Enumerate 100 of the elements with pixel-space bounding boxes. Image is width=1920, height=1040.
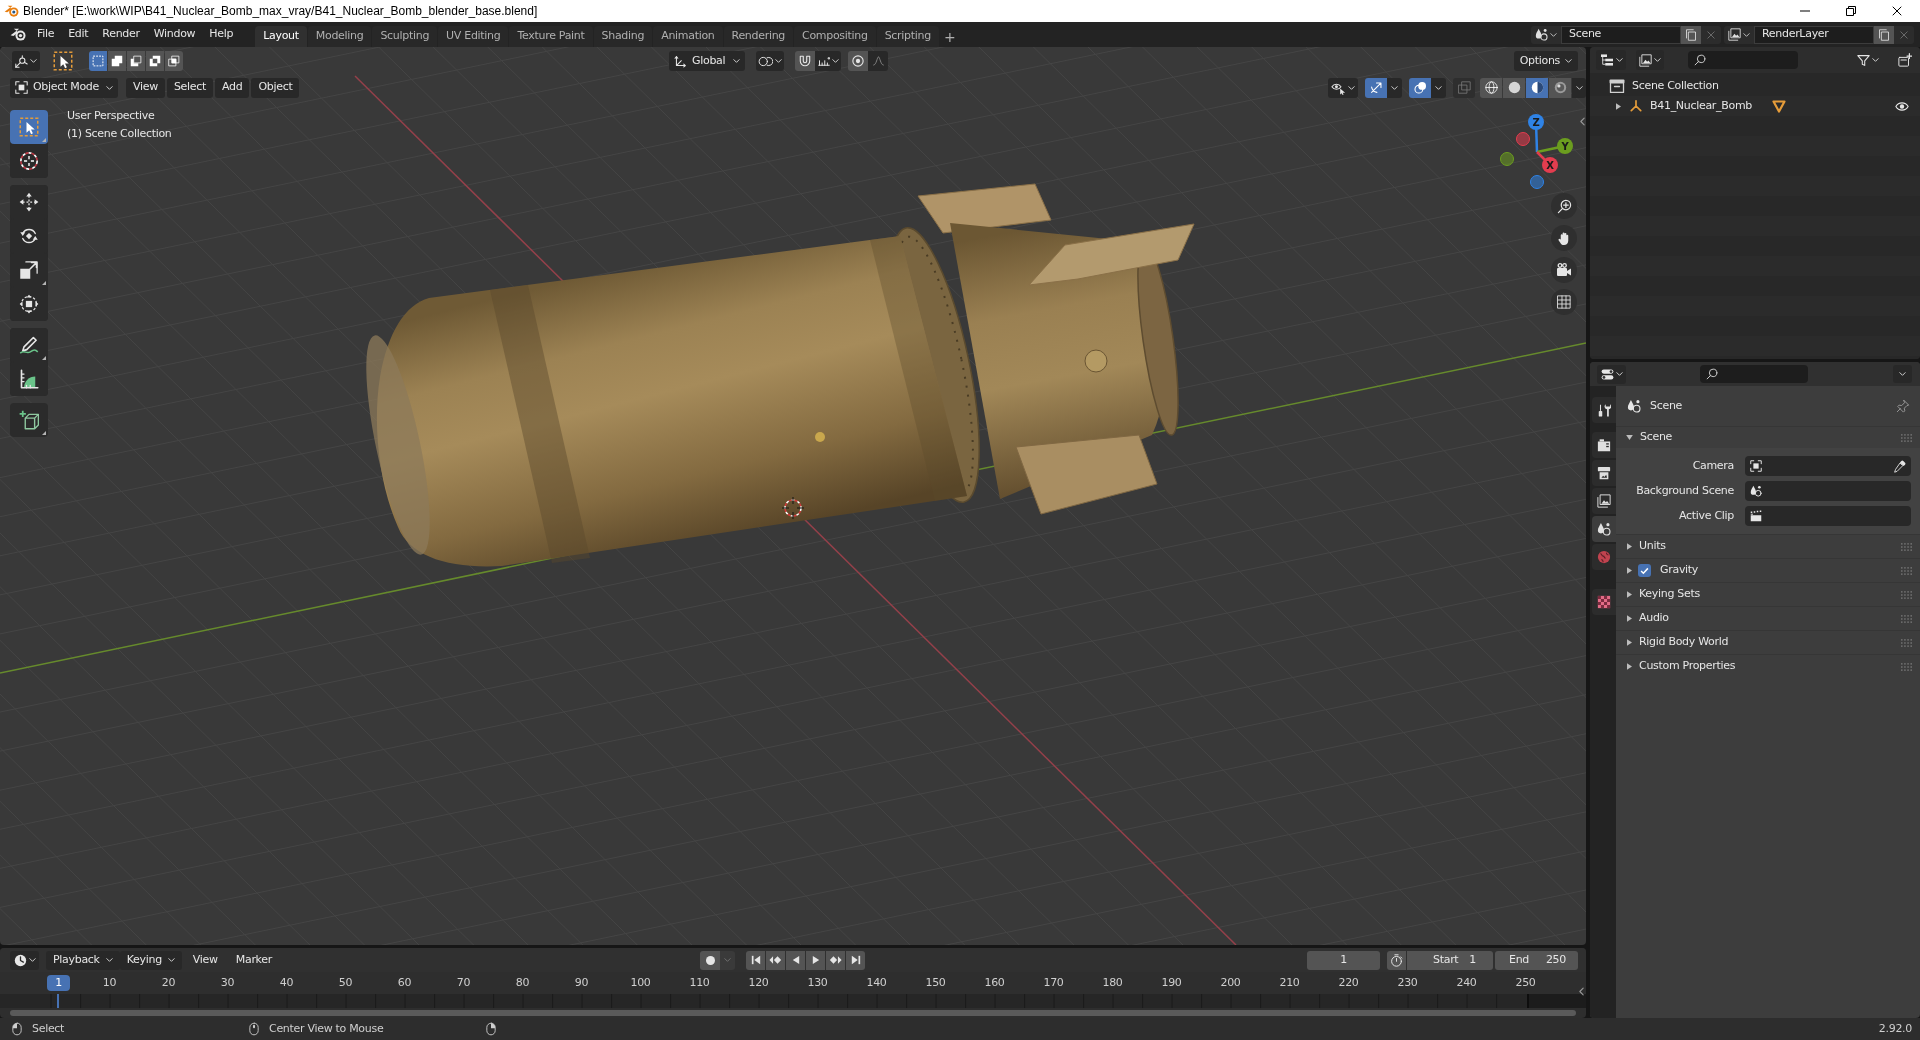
new-collection-button[interactable] xyxy=(1895,50,1915,70)
snap-dropdown[interactable] xyxy=(815,51,841,71)
expand-triangle-icon[interactable] xyxy=(1627,567,1632,574)
menu-dropdown[interactable]: Keying xyxy=(119,950,182,970)
drag-dots-icon[interactable] xyxy=(1901,566,1912,575)
camera-view-button[interactable] xyxy=(1551,257,1577,283)
editor-type-button[interactable] xyxy=(1597,364,1626,384)
object-label[interactable]: B41_Nuclear_Bomb xyxy=(1650,97,1770,115)
properties-tab[interactable] xyxy=(1592,516,1616,542)
object-field[interactable] xyxy=(1745,506,1911,526)
workspace-tab[interactable]: Animation xyxy=(653,26,723,47)
projection-button[interactable] xyxy=(1551,289,1577,315)
browse-button[interactable] xyxy=(1531,25,1561,44)
panel-header[interactable]: Units xyxy=(1616,534,1920,558)
menu-item[interactable]: Select xyxy=(166,77,214,98)
select-mode-button[interactable] xyxy=(146,51,164,71)
expand-triangle-icon[interactable] xyxy=(1627,663,1632,670)
menu-item[interactable]: Marker xyxy=(228,950,279,970)
axis-handle[interactable]: X xyxy=(1542,157,1558,173)
menu-item[interactable]: View xyxy=(126,77,165,98)
properties-tab[interactable] xyxy=(1592,460,1616,486)
drag-dots-icon[interactable] xyxy=(1901,590,1912,599)
menu-item[interactable]: File xyxy=(30,24,62,45)
toggle-button[interactable] xyxy=(1365,77,1387,98)
shading-button[interactable] xyxy=(1503,77,1525,98)
record-button[interactable] xyxy=(700,950,720,970)
workspace-tab[interactable]: Compositing xyxy=(794,26,876,47)
select-mode-button[interactable] xyxy=(127,51,145,71)
zoom-button[interactable] xyxy=(1551,193,1577,219)
collapse-triangle-icon[interactable] xyxy=(1626,435,1633,440)
tool-button[interactable] xyxy=(10,403,48,437)
chevron-left-icon[interactable] xyxy=(1579,987,1584,996)
menu-dropdown[interactable]: Playback xyxy=(46,950,120,970)
mode-dropdown[interactable]: Object Mode xyxy=(10,77,118,98)
browse-button[interactable] xyxy=(1724,25,1754,44)
triangle-icon[interactable] xyxy=(1772,99,1786,113)
jump-end-button[interactable] xyxy=(846,950,865,970)
shading-button[interactable] xyxy=(1480,77,1502,98)
axis-handle[interactable]: Y xyxy=(1557,138,1573,154)
tool-button[interactable] xyxy=(10,110,48,144)
eye-icon[interactable] xyxy=(1895,100,1909,112)
pivot-dropdown[interactable] xyxy=(756,51,784,71)
properties-tab[interactable] xyxy=(1592,432,1616,458)
drag-dots-icon[interactable] xyxy=(1901,542,1912,551)
view-layer-button[interactable] xyxy=(1636,50,1664,70)
expand-triangle-icon[interactable] xyxy=(1627,639,1632,646)
search-field[interactable] xyxy=(1688,51,1798,69)
current-frame-field[interactable]: 1 xyxy=(1307,950,1380,970)
pin-button[interactable] xyxy=(1895,398,1911,414)
start-frame-field[interactable]: Start 1 xyxy=(1407,950,1493,970)
menu-item[interactable]: Window xyxy=(146,24,203,45)
properties-tab[interactable] xyxy=(1592,589,1616,615)
menu-item[interactable]: Help xyxy=(202,24,241,45)
preview-range-toggle[interactable] xyxy=(1387,950,1406,970)
display-mode-button[interactable] xyxy=(1596,50,1626,70)
proportional-toggle[interactable] xyxy=(848,51,868,71)
view-layer-field[interactable]: RenderLayer xyxy=(1754,25,1874,44)
toggle-button[interactable] xyxy=(1453,77,1475,98)
workspace-tab[interactable]: Texture Paint xyxy=(509,26,593,47)
jump-start-button[interactable] xyxy=(746,950,765,970)
navigation-gizmo[interactable]: Z Y X xyxy=(1494,108,1578,192)
workspace-tab[interactable]: Layout xyxy=(255,26,307,47)
shading-dropdown[interactable] xyxy=(1572,77,1586,98)
expand-triangle-icon[interactable] xyxy=(1627,543,1632,550)
panel-header[interactable]: Gravity xyxy=(1616,558,1920,582)
workspace-tab[interactable]: Rendering xyxy=(723,26,794,47)
chevron-left-icon[interactable] xyxy=(1580,117,1585,126)
shading-button[interactable] xyxy=(1526,77,1548,98)
checkbox[interactable] xyxy=(1638,564,1651,577)
select-mode-button[interactable] xyxy=(165,51,183,71)
tool-button[interactable] xyxy=(10,328,48,362)
axis-handle[interactable] xyxy=(1530,175,1544,189)
drag-dots-icon[interactable] xyxy=(1901,433,1912,442)
timeline-scrollbar[interactable] xyxy=(10,1010,1576,1016)
panel-header[interactable]: Audio xyxy=(1616,606,1920,630)
falloff-dropdown[interactable] xyxy=(868,51,888,71)
panel-header[interactable]: Keying Sets xyxy=(1616,582,1920,606)
select-mode-button[interactable] xyxy=(108,51,126,71)
editor-type-button[interactable] xyxy=(12,51,40,71)
object-field[interactable] xyxy=(1745,481,1911,501)
axis-handle[interactable] xyxy=(1516,132,1530,146)
object-field[interactable] xyxy=(1745,456,1911,476)
panel-header[interactable]: Rigid Body World xyxy=(1616,630,1920,654)
play-button[interactable] xyxy=(806,950,825,970)
menu-item[interactable]: Object xyxy=(251,77,300,98)
copy-button[interactable] xyxy=(1874,25,1894,44)
snap-toggle[interactable] xyxy=(795,51,815,71)
workspace-tab[interactable]: Shading xyxy=(593,26,653,47)
drag-dots-icon[interactable] xyxy=(1901,638,1912,647)
expand-triangle-icon[interactable] xyxy=(1616,102,1621,110)
3d-viewport[interactable]: Global Options Object Mode View Select Add Object User Perspective (1) Scene Collection Z Y X xyxy=(0,47,1586,945)
end-frame-field[interactable]: End 250 xyxy=(1495,950,1578,970)
properties-tab[interactable] xyxy=(1592,488,1616,514)
workspace-tab[interactable]: Sculpting xyxy=(372,26,438,47)
eyedropper-icon[interactable] xyxy=(1893,459,1906,473)
options-dropdown[interactable]: Options xyxy=(1513,51,1578,71)
next-keyframe-button[interactable] xyxy=(826,950,845,970)
active-tool-button[interactable] xyxy=(52,50,74,72)
menu-item[interactable]: Edit xyxy=(61,24,96,45)
app-logo-icon[interactable] xyxy=(10,28,26,41)
